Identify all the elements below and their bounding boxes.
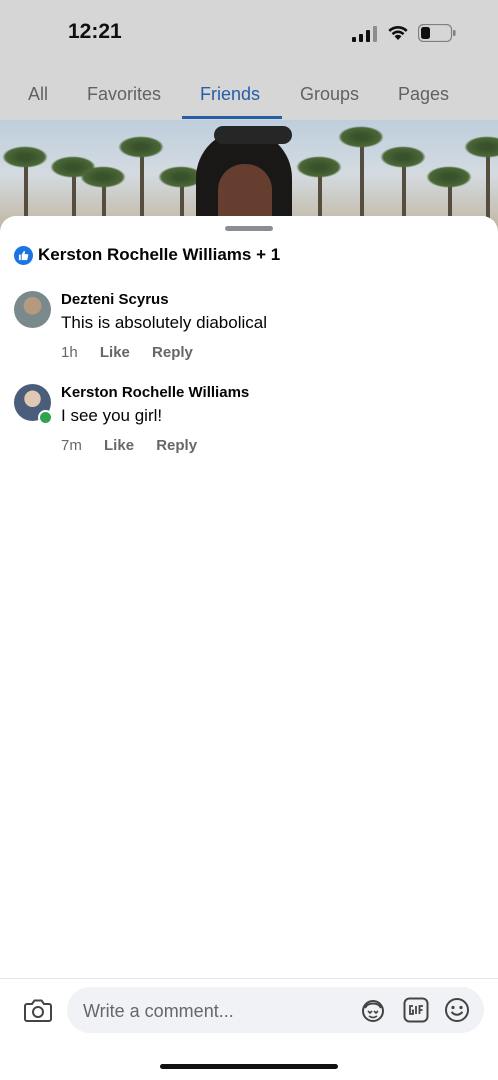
like-icon — [14, 245, 33, 265]
comment-input[interactable] — [81, 987, 355, 1035]
camera-icon[interactable] — [24, 997, 52, 1023]
comment-composer — [67, 987, 484, 1035]
avatar-sticker-icon[interactable] — [360, 997, 386, 1023]
comment-actions: 7m Like Reply — [61, 437, 249, 454]
comments-sheet: Kerston Rochelle Williams + 1 Dezteni Sc… — [0, 216, 498, 1080]
like-button[interactable]: Like — [104, 437, 134, 454]
reply-button[interactable]: Reply — [156, 437, 197, 454]
like-button[interactable]: Like — [100, 344, 130, 361]
comment-text: This is absolutely diabolical — [61, 313, 267, 332]
composer-divider — [0, 978, 498, 979]
comment-timestamp: 1h — [61, 344, 78, 361]
avatar[interactable] — [14, 291, 51, 328]
home-indicator[interactable] — [160, 1064, 338, 1069]
gif-icon[interactable] — [403, 997, 429, 1023]
comment-item: Dezteni Scyrus This is absolutely diabol… — [14, 291, 484, 361]
comment-actions: 1h Like Reply — [61, 344, 267, 361]
reactions-summary-text: Kerston Rochelle Williams + 1 — [38, 245, 281, 264]
reply-button[interactable]: Reply — [152, 344, 193, 361]
comment-item: Kerston Rochelle Williams I see you girl… — [14, 384, 484, 454]
emoji-icon[interactable] — [444, 997, 470, 1023]
comment-text: I see you girl! — [61, 406, 163, 425]
online-status-indicator — [38, 410, 53, 425]
sheet-grabber[interactable] — [225, 226, 273, 231]
reactions-summary[interactable]: Kerston Rochelle Williams + 1 — [14, 244, 280, 266]
comment-author[interactable]: Dezteni Scyrus — [61, 291, 267, 308]
comment-author[interactable]: Kerston Rochelle Williams — [61, 384, 249, 401]
background-feed: 12:21 All Favorites Friends Groups Pages — [0, 0, 498, 240]
comment-timestamp: 7m — [61, 437, 82, 454]
